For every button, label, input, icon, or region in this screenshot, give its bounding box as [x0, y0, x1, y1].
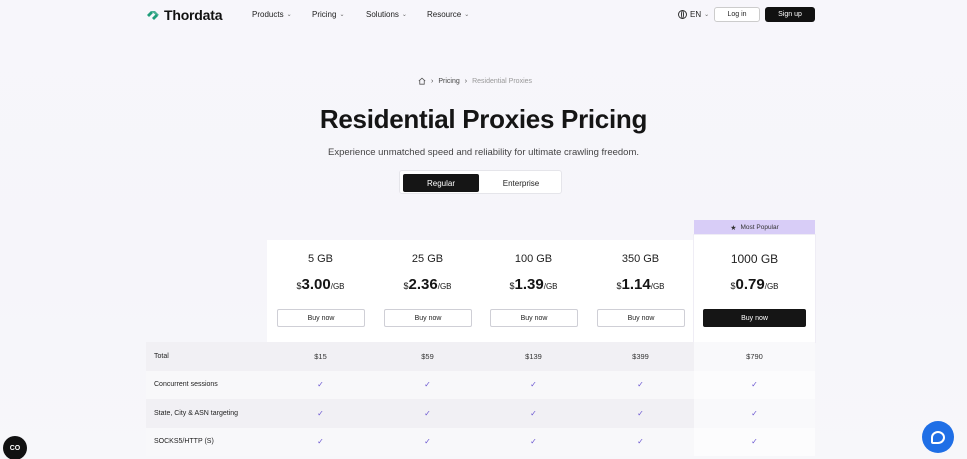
- plan-size: 1000 GB: [730, 252, 779, 266]
- plan-size: 5 GB: [307, 253, 334, 265]
- check-icon: ✓: [751, 408, 758, 418]
- home-icon[interactable]: [418, 77, 426, 85]
- price-amount: 2.36: [408, 276, 438, 293]
- most-popular-badge: ★ Most Popular: [694, 220, 815, 235]
- check-icon: ✓: [317, 408, 324, 418]
- chevron-down-icon: ⌄: [401, 12, 407, 18]
- thordata-logo-icon: [147, 11, 159, 20]
- plan-card-25gb: 25 GB $2.36/GB Buy now: [374, 240, 481, 342]
- chevron-down-icon: ⌄: [286, 12, 292, 18]
- plan-card-350gb: 350 GB $1.14/GB Buy now: [587, 240, 694, 342]
- chat-button[interactable]: [922, 421, 954, 453]
- signup-button[interactable]: Sign up: [765, 7, 815, 22]
- table-row: Total $15 $59 $139 $399 $790: [146, 342, 815, 371]
- check-icon: ✓: [317, 380, 324, 390]
- chevron-down-icon: ⌄: [704, 12, 710, 18]
- price-unit: /GB: [764, 282, 779, 291]
- feature-table: Total $15 $59 $139 $399 $790 Concurrent …: [146, 342, 815, 456]
- language-selector[interactable]: EN ⌄: [678, 10, 709, 19]
- globe-icon: [678, 10, 687, 19]
- nav-products-label: Products: [252, 10, 284, 19]
- check-icon: ✓: [637, 437, 644, 447]
- buy-now-button[interactable]: Buy now: [490, 309, 578, 327]
- check-icon: ✓: [530, 408, 537, 418]
- breadcrumb-separator: ›: [431, 77, 434, 85]
- price-amount: 3.00: [301, 276, 331, 293]
- buy-now-button[interactable]: Buy now: [384, 309, 472, 327]
- plan-type-toggle: Regular Enterprise: [399, 170, 562, 194]
- plan-card-100gb: 100 GB $1.39/GB Buy now: [480, 240, 587, 342]
- chevron-down-icon: ⌄: [339, 12, 345, 18]
- plan-price: $1.39/GB: [480, 276, 587, 294]
- buy-now-button[interactable]: Buy now: [597, 309, 685, 327]
- plan-card-1000gb: 1000 GB $0.79/GB Buy now: [694, 240, 815, 342]
- nav-pricing[interactable]: Pricing ⌄: [312, 10, 344, 19]
- table-row: State, City & ASN targeting ✓ ✓ ✓ ✓ ✓: [146, 399, 815, 428]
- price-amount: 1.14: [621, 276, 651, 293]
- nav-solutions[interactable]: Solutions ⌄: [366, 10, 407, 19]
- price-unit: /GB: [650, 282, 665, 291]
- nav-resource-label: Resource: [427, 10, 462, 19]
- check-icon: ✓: [424, 437, 431, 447]
- check-icon: ✓: [637, 408, 644, 418]
- table-cell: $399: [632, 351, 649, 361]
- table-row: SOCKS5/HTTP (S) ✓ ✓ ✓ ✓ ✓: [146, 427, 815, 456]
- nav-solutions-label: Solutions: [366, 10, 399, 19]
- logo[interactable]: Thordata: [146, 7, 222, 23]
- breadcrumb-current: Residential Proxies: [472, 77, 533, 85]
- logo-text: Thordata: [164, 7, 223, 23]
- price-amount: 0.79: [735, 276, 765, 293]
- table-cell: $790: [746, 351, 763, 361]
- price-unit: /GB: [330, 282, 345, 291]
- plan-price: $2.36/GB: [374, 276, 481, 294]
- cookie-settings-button[interactable]: CO: [3, 436, 27, 459]
- nav-pricing-label: Pricing: [312, 10, 337, 19]
- buy-now-button[interactable]: Buy now: [277, 309, 365, 327]
- page-subtitle: Experience unmatched speed and reliabili…: [327, 147, 640, 158]
- chevron-down-icon: ⌄: [464, 12, 470, 18]
- breadcrumb-separator: ›: [464, 77, 468, 85]
- language-label: EN: [690, 10, 702, 19]
- price-unit: /GB: [543, 282, 558, 291]
- breadcrumb: › Pricing › Residential Proxies: [418, 77, 532, 85]
- table-cell: $59: [421, 351, 434, 361]
- toggle-enterprise[interactable]: Enterprise: [482, 174, 560, 192]
- row-label: Concurrent sessions: [154, 381, 218, 389]
- row-label: Total: [154, 352, 169, 360]
- plan-size: 350 GB: [621, 253, 660, 265]
- plan-price: $3.00/GB: [267, 276, 374, 294]
- table-cell: $139: [525, 351, 542, 361]
- check-icon: ✓: [317, 437, 324, 447]
- toggle-regular[interactable]: Regular: [403, 174, 479, 192]
- plan-price: $1.14/GB: [587, 276, 694, 294]
- check-icon: ✓: [424, 380, 431, 390]
- breadcrumb-pricing[interactable]: Pricing: [438, 78, 459, 85]
- chat-icon: [931, 430, 945, 444]
- nav-resource[interactable]: Resource ⌄: [427, 10, 469, 19]
- nav-products[interactable]: Products ⌄: [252, 10, 292, 19]
- check-icon: ✓: [530, 437, 537, 447]
- row-label: State, City & ASN targeting: [154, 409, 239, 417]
- plan-price: $0.79/GB: [694, 276, 815, 294]
- page-title: Residential Proxies Pricing: [319, 104, 648, 134]
- login-button[interactable]: Log in: [714, 7, 760, 22]
- row-label: SOCKS5/HTTP (S): [154, 438, 214, 446]
- site-header: Thordata Products ⌄ Pricing ⌄ Solutions …: [0, 0, 967, 30]
- buy-now-button[interactable]: Buy now: [703, 309, 806, 327]
- table-cell: $15: [314, 351, 327, 361]
- table-row: Concurrent sessions ✓ ✓ ✓ ✓ ✓: [146, 370, 815, 399]
- star-icon: ★: [730, 224, 737, 232]
- check-icon: ✓: [751, 437, 758, 447]
- plan-size: 25 GB: [411, 253, 444, 265]
- most-popular-label: Most Popular: [740, 224, 779, 231]
- check-icon: ✓: [751, 380, 758, 390]
- price-amount: 1.39: [514, 276, 544, 293]
- plan-card-5gb: 5 GB $3.00/GB Buy now: [267, 240, 374, 342]
- check-icon: ✓: [424, 408, 431, 418]
- check-icon: ✓: [637, 380, 644, 390]
- check-icon: ✓: [530, 380, 537, 390]
- price-unit: /GB: [437, 282, 452, 291]
- plan-size: 100 GB: [514, 253, 553, 265]
